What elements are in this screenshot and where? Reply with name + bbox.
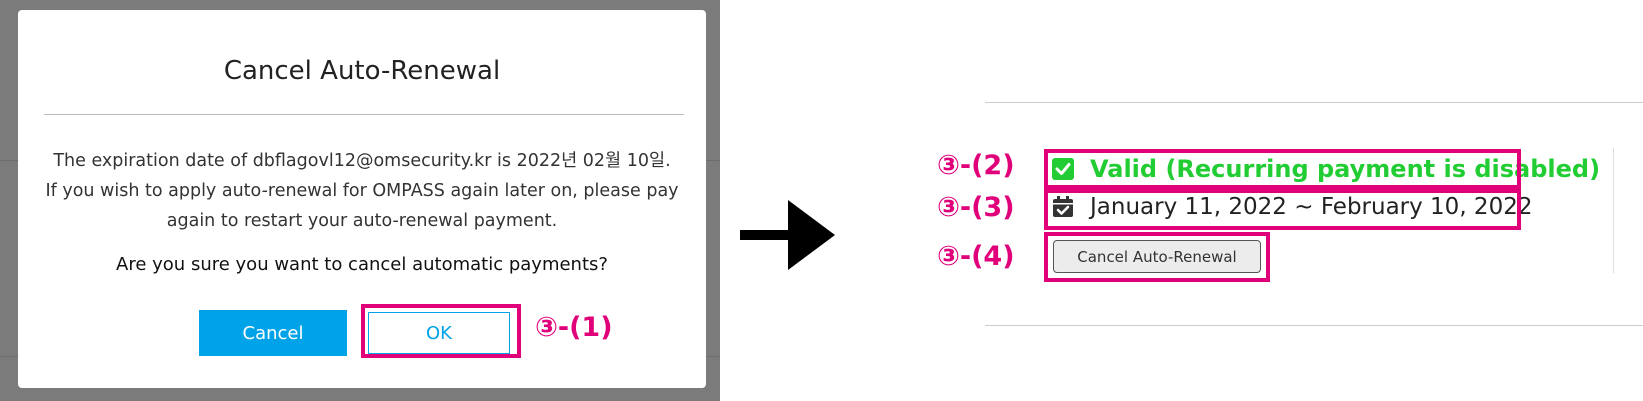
dialog-message-line: The expiration date of dbflagovl12@omsec… [53,151,671,171]
arrow-right-icon [740,200,835,270]
step-label-3: ③-(3) [937,192,1015,223]
status-highlight [1044,149,1521,189]
section-divider-top [985,102,1643,103]
dialog-message: The expiration date of dbflagovl12@omsec… [38,146,686,236]
column-divider [1613,148,1614,273]
ok-button-highlight [361,304,521,358]
step-label-4: ③-(4) [937,241,1015,272]
step-label-2: ③-(2) [937,150,1015,181]
dialog-message-line: If you wish to apply auto-renewal for OM… [45,181,679,201]
period-highlight [1044,189,1521,230]
section-divider-bottom [985,325,1643,326]
dialog-question: Are you sure you want to cancel automati… [116,254,608,275]
cancel-button[interactable]: Cancel [199,310,347,356]
dialog-divider [44,114,684,115]
step-label-1: ③-(1) [535,312,613,343]
cancel-renewal-highlight [1044,232,1270,282]
dialog-message-line: again to restart your auto-renewal payme… [166,211,558,231]
dialog-title: Cancel Auto-Renewal [223,56,501,86]
